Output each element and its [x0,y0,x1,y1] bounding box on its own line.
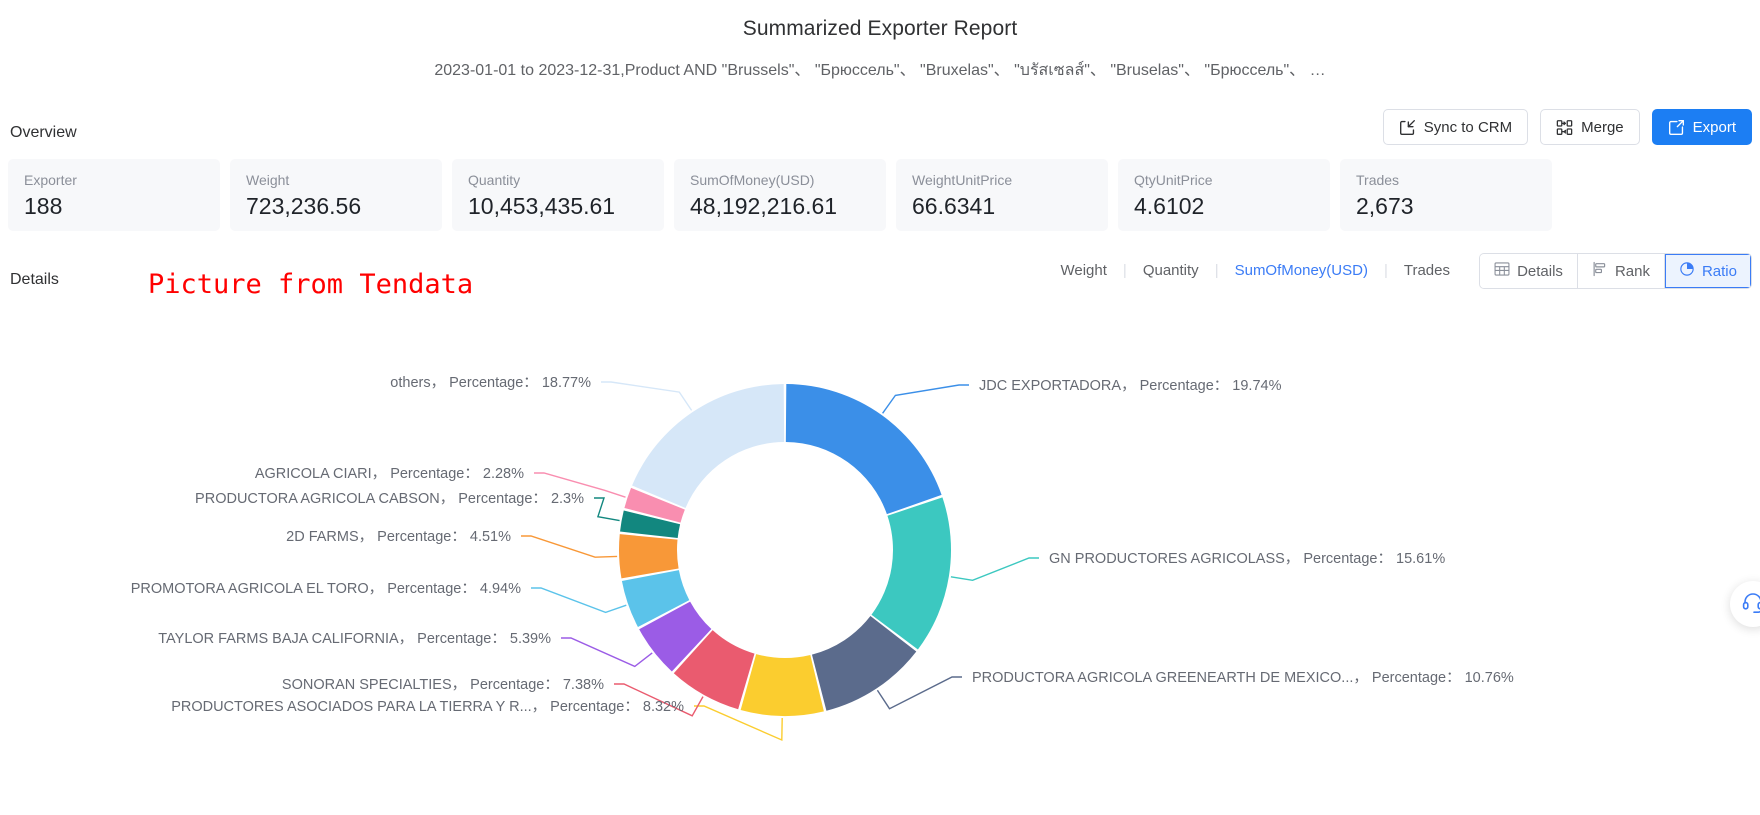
merge-icon [1556,119,1573,136]
stat-value: 723,236.56 [246,193,362,219]
page-title: Summarized Exporter Report [742,17,1018,40]
pie-icon [1679,261,1695,281]
leader-line [594,497,620,522]
slice-label: AGRICOLA CIARI， Percentage： 2.28% [255,466,524,482]
leader-line [601,381,693,411]
stat-value: 188 [24,193,63,219]
overview-section-label: Overview [10,124,77,141]
table-icon [1494,261,1510,281]
slice-label: SONORAN SPECIALTIES， Percentage： 7.38% [282,677,604,693]
stat-value: 4.6102 [1134,193,1205,219]
details-section-label: Details [10,271,59,288]
stat-label: WeightUnitPrice [912,172,1013,188]
overview-toolbar: Sync to CRM Merge Export [1382,109,1752,145]
watermark-text: Picture from Tendata [148,269,474,300]
metric-tab-list: Weight | Quantity | SumOfMoney(USD) | Tr… [1044,260,1466,281]
stat-label: Trades [1356,172,1400,188]
view-button-ratio[interactable]: Ratio [1664,254,1751,288]
slice-label: PRODUCTORA AGRICOLA GREENEARTH DE MEXICO… [972,670,1514,686]
merge-button[interactable]: Merge [1540,109,1640,145]
donut-slices[interactable] [619,384,952,716]
stat-label: Exporter [24,172,77,188]
leader-line [531,587,627,614]
slice-label: PRODUCTORA AGRICOLA CABSON， Percentage： … [195,491,584,507]
donut-slice[interactable] [785,384,942,515]
rank-icon [1592,261,1608,281]
stat-value: 48,192,216.61 [690,193,838,219]
leader-line [521,535,618,558]
view-button-label: Ratio [1701,262,1737,280]
slice-label: PROMOTORA AGRICOLA EL TORO， Percentage： … [131,581,521,597]
ratio-chart: JDC EXPORTADORA， Percentage： 19.74% GN PR… [0,330,1760,815]
slice-label: TAYLOR FARMS BAJA CALIFORNIA， Percentage… [158,631,551,647]
stat-card-trades: Trades 2,673 [1340,159,1552,231]
leader-line [882,384,969,414]
donut-slice[interactable] [619,534,679,579]
view-button-details[interactable]: Details [1480,254,1578,288]
stat-card-quantity: Quantity 10,453,435.61 [452,159,664,231]
tab-weight[interactable]: Weight [1044,260,1122,281]
leader-line [876,676,962,710]
tab-quantity[interactable]: Quantity [1127,260,1215,281]
donut-chart-svg: JDC EXPORTADORA， Percentage： 19.74% GN PR… [131,375,1514,742]
export-button[interactable]: Export [1651,109,1752,145]
tab-trades[interactable]: Trades [1388,260,1466,281]
stat-card-qtyunitprice: QtyUnitPrice 4.6102 [1118,159,1330,231]
overview-stat-cards: Exporter 188 Weight 723,236.56 Quantity … [8,159,1552,231]
stat-value: 2,673 [1356,193,1414,219]
leader-line [950,557,1039,582]
stat-value: 66.6341 [912,193,996,219]
donut-slice[interactable] [632,384,785,509]
slice-label: GN PRODUCTORES AGRICOLASS， Percentage： 1… [1049,551,1445,567]
tab-sumofmoney[interactable]: SumOfMoney(USD) [1219,260,1384,281]
stat-value: 10,453,435.61 [468,193,616,219]
sync-to-crm-button[interactable]: Sync to CRM [1382,109,1529,145]
stat-label: QtyUnitPrice [1134,172,1213,188]
stat-card-weightunitprice: WeightUnitPrice 66.6341 [896,159,1108,231]
sync-icon [1399,119,1416,136]
stat-card-weight: Weight 723,236.56 [230,159,442,231]
slice-label: PRODUCTORES ASOCIADOS PARA LA TIERRA Y R… [171,699,684,715]
slice-label: JDC EXPORTADORA， Percentage： 19.74% [979,378,1282,394]
merge-label: Merge [1581,118,1624,136]
view-button-rank[interactable]: Rank [1577,254,1665,288]
slice-label: 2D FARMS， Percentage： 4.51% [286,529,511,545]
view-mode-switch: Details Rank Ratio [1479,253,1752,289]
stat-card-exporter: Exporter 188 [8,159,220,231]
headset-icon [1741,590,1760,619]
view-button-label: Rank [1614,262,1650,280]
stat-label: SumOfMoney(USD) [690,172,815,188]
export-icon [1668,119,1685,136]
export-label: Export [1692,118,1736,136]
donut-slice[interactable] [740,654,824,716]
report-filter-summary: 2023-01-01 to 2023-12-31,Product AND "Br… [434,62,1326,79]
stat-card-sumofmoney: SumOfMoney(USD) 48,192,216.61 [674,159,886,231]
report-page: Summarized Exporter Report 2023-01-01 to… [0,0,1760,815]
slice-label: others， Percentage： 18.77% [390,375,591,391]
leader-line [561,637,653,668]
sync-to-crm-label: Sync to CRM [1423,118,1513,136]
view-button-label: Details [1517,262,1563,280]
stat-label: Quantity [468,172,521,188]
stat-label: Weight [246,172,290,188]
